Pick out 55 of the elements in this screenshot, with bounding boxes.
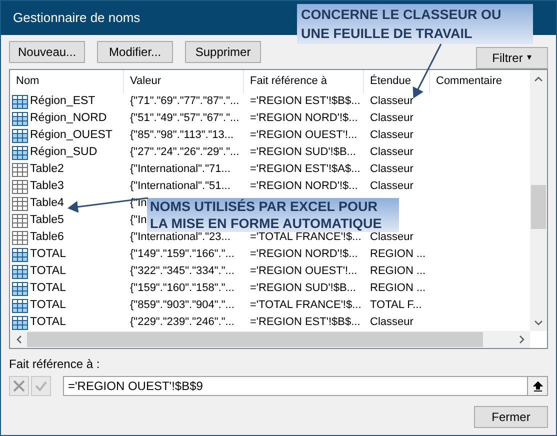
callout-tooltip: CONCERNE LE CLASSEUR OU UNE FEUILLE DE TRAVAIL xyxy=(297,4,533,44)
reference-cell: ='REGION SUD'!$B... xyxy=(250,146,356,158)
value-cell: {"International"."23... xyxy=(130,231,230,244)
scope-cell: REGION ... xyxy=(370,265,426,278)
name-cell-text: TOTAL xyxy=(30,264,66,279)
reference-cell: ='TOTAL FRANCE'!$... xyxy=(250,231,362,244)
name-cell-text: TOTAL xyxy=(30,281,66,296)
value-cell: {"International"."71... xyxy=(130,163,230,176)
name-cell-text: Région_SUD xyxy=(30,145,98,160)
reference-cell: ='REGION EST'!$B$... xyxy=(250,95,360,108)
name-cell-text: Table2 xyxy=(30,162,64,177)
reference-cell: ='REGION OUEST'!... xyxy=(250,265,358,278)
value-cell: {"159"."160"."158"."... xyxy=(130,282,234,294)
scope-cell: Classeur xyxy=(370,95,414,108)
reference-cell: ='TOTAL FRANCE'!$... xyxy=(250,299,362,312)
name-cell-text: Table6 xyxy=(30,230,64,245)
name-cell-text: Table3 xyxy=(30,179,64,194)
scope-cell: Classeur xyxy=(370,146,414,158)
window-title: Gestionnaire de noms xyxy=(13,9,140,28)
name-cell-text: TOTAL xyxy=(30,315,66,330)
value-cell: {"71"."69"."77"."87"."... xyxy=(130,95,240,108)
scope-cell: Classeur xyxy=(370,180,414,192)
reference-cell: ='REGION EST'!$B$... xyxy=(250,316,360,328)
value-cell: {"229"."239"."246"."... xyxy=(130,316,234,328)
scope-cell: Classeur xyxy=(370,316,414,328)
scope-cell: Classeur xyxy=(370,231,414,244)
reference-cell: ='REGION NORD'!$... xyxy=(250,180,358,192)
reference-cell: ='REGION NORD'!$... xyxy=(250,112,358,124)
scope-cell: REGION ... xyxy=(370,248,426,260)
name-cell-text: Table5 xyxy=(30,213,64,228)
name-cell-text: Région_OUEST xyxy=(30,128,112,143)
value-cell: {"85"."98"."113"."13... xyxy=(130,129,234,142)
scope-cell: TOTAL F... xyxy=(370,299,422,312)
scope-cell: Classeur xyxy=(370,163,414,176)
name-cell-text: TOTAL xyxy=(30,298,66,313)
field-label: Fait référence à : xyxy=(9,356,101,373)
scope-cell: REGION ... xyxy=(370,282,426,294)
scope-cell: Classeur xyxy=(370,129,414,142)
name-cell-text: Région_NORD xyxy=(30,111,107,126)
value-cell: {"322"."345"."334"."... xyxy=(130,265,234,278)
reference-cell: ='REGION NORD'!$... xyxy=(250,248,358,260)
name-cell-text: TOTAL xyxy=(30,247,66,262)
value-cell: {"International"."51... xyxy=(130,180,230,192)
callout-tooltip: NOMS UTILISÉS PAR EXCEL POUR LA MISE EN FORME AUTOMATIQUE xyxy=(147,198,399,232)
name-cell-text: Table4 xyxy=(30,196,64,211)
reference-cell: ='REGION SUD'!$B... xyxy=(250,282,356,294)
value-cell: {"27"."24"."26"."29"."... xyxy=(130,146,240,158)
name-cell-text: Région_EST xyxy=(30,94,96,109)
scope-cell: Classeur xyxy=(370,112,414,124)
reference-cell: ='REGION OUEST'!... xyxy=(250,129,358,142)
value-cell: {"859"."903"."904"."... xyxy=(130,299,234,312)
value-cell: {"51"."49"."57"."67"."... xyxy=(130,112,240,124)
value-cell: {"149"."159"."166"."... xyxy=(130,248,234,260)
value-cell: {"In xyxy=(130,214,147,226)
reference-cell: ='REGION EST'!$A$... xyxy=(250,163,360,176)
